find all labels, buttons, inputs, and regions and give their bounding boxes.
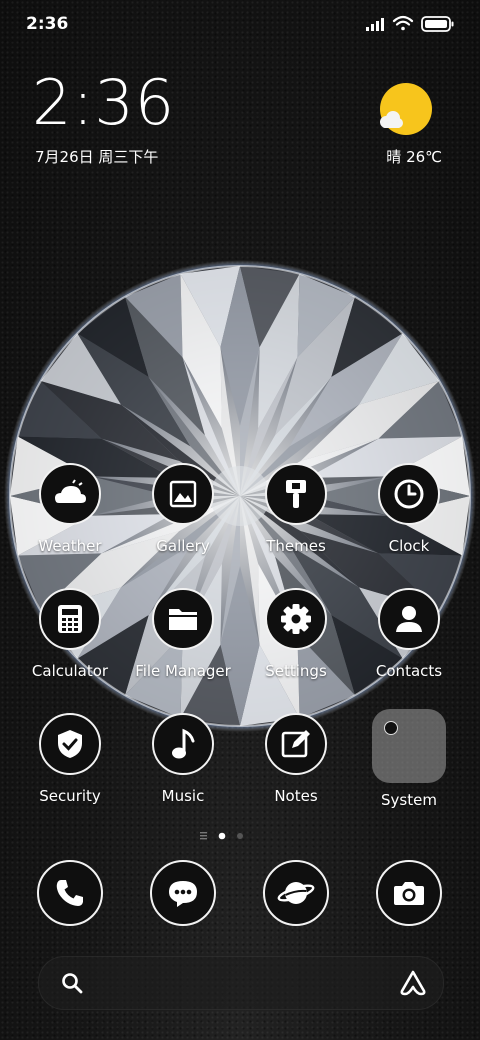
folder-group-icon bbox=[372, 709, 446, 783]
dock-camera[interactable] bbox=[353, 860, 465, 926]
app-gallery[interactable]: Gallery bbox=[127, 463, 239, 555]
app-label: Settings bbox=[265, 662, 327, 680]
app-label: Gallery bbox=[156, 537, 210, 555]
message-icon bbox=[150, 860, 216, 926]
signal-icon bbox=[366, 18, 384, 31]
app-calculator[interactable]: Calculator bbox=[14, 588, 126, 680]
app-label: Themes bbox=[266, 537, 326, 555]
status-icons bbox=[366, 14, 456, 34]
app-music[interactable]: Music bbox=[127, 713, 239, 805]
wifi-icon bbox=[392, 15, 414, 31]
page-indicator[interactable] bbox=[200, 830, 280, 842]
clock-icon bbox=[378, 463, 440, 525]
app-label: File Manager bbox=[135, 662, 231, 680]
search-bar[interactable] bbox=[38, 956, 444, 1010]
gallery-icon bbox=[152, 463, 214, 525]
app-label: Security bbox=[39, 787, 101, 805]
app-label: Weather bbox=[38, 537, 102, 555]
shield-check-icon bbox=[39, 713, 101, 775]
gear-icon bbox=[265, 588, 327, 650]
app-label: Music bbox=[161, 787, 205, 805]
folder-mini-icon bbox=[384, 721, 398, 735]
app-notes[interactable]: Notes bbox=[240, 713, 352, 805]
clock-widget-time[interactable]: 2:36 bbox=[32, 72, 175, 134]
page-list-icon bbox=[200, 832, 207, 840]
browser-planet-icon bbox=[263, 860, 329, 926]
dock-phone[interactable] bbox=[14, 860, 126, 926]
app-settings[interactable]: Settings bbox=[240, 588, 352, 680]
phone-icon bbox=[37, 860, 103, 926]
status-time: 2:36 bbox=[26, 14, 69, 34]
app-security[interactable]: Security bbox=[14, 713, 126, 805]
app-label: Clock bbox=[388, 537, 430, 555]
dock-browser[interactable] bbox=[240, 860, 352, 926]
app-weather[interactable]: Weather bbox=[14, 463, 126, 555]
page-dot bbox=[237, 833, 243, 839]
app-label: Notes bbox=[274, 787, 318, 805]
folder-icon bbox=[152, 588, 214, 650]
app-label: System bbox=[381, 791, 437, 809]
app-label: Contacts bbox=[375, 662, 443, 680]
app-folder-system[interactable]: System bbox=[353, 709, 465, 809]
clock-widget-date: 7月26日 周三下午 bbox=[35, 148, 159, 166]
page-dot-active bbox=[218, 832, 226, 840]
paintbrush-icon bbox=[265, 463, 327, 525]
dock-messages[interactable] bbox=[127, 860, 239, 926]
weather-icon bbox=[39, 463, 101, 525]
calculator-icon bbox=[39, 588, 101, 650]
camera-icon bbox=[376, 860, 442, 926]
battery-icon bbox=[421, 16, 454, 32]
search-icon[interactable] bbox=[61, 972, 83, 994]
app-themes[interactable]: Themes bbox=[240, 463, 352, 555]
app-file-manager[interactable]: File Manager bbox=[127, 588, 239, 680]
app-contacts[interactable]: Contacts bbox=[353, 588, 465, 680]
weather-text: 晴 26℃ bbox=[386, 148, 442, 166]
assistant-icon[interactable] bbox=[399, 970, 427, 996]
edit-icon bbox=[265, 713, 327, 775]
music-note-icon bbox=[152, 713, 214, 775]
app-clock[interactable]: Clock bbox=[353, 463, 465, 555]
status-bar: 2:36 bbox=[0, 0, 480, 50]
app-label: Calculator bbox=[31, 662, 109, 680]
contact-icon bbox=[378, 588, 440, 650]
